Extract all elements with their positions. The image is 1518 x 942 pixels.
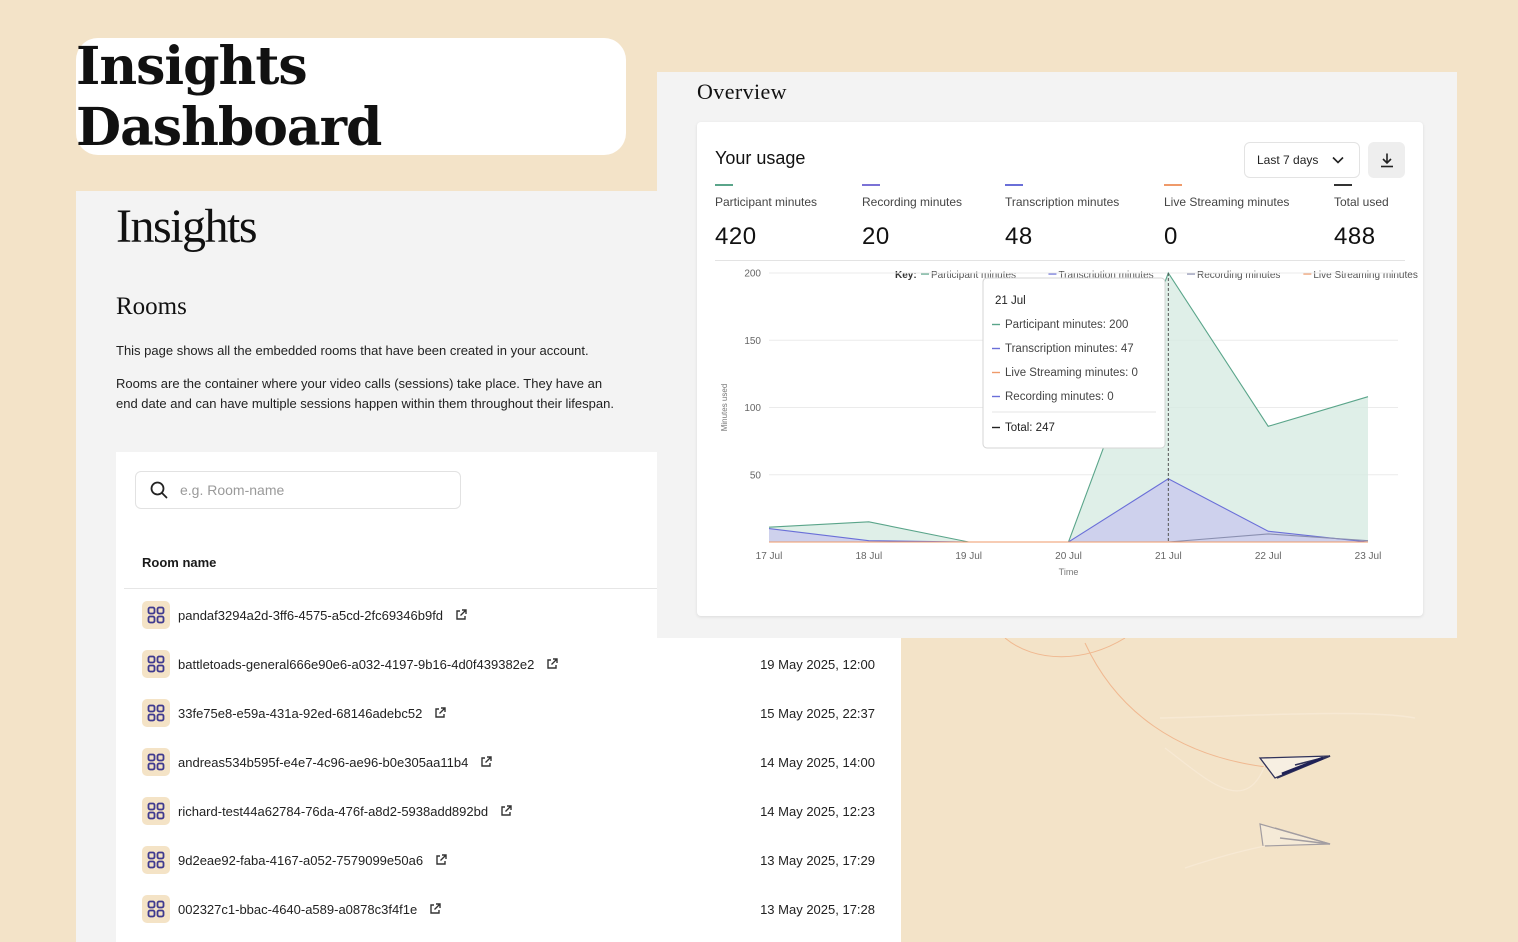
table-row[interactable]: andreas534b595f-e4e7-4c96-ae96-b0e305aa1… bbox=[142, 745, 875, 779]
stat-value: 488 bbox=[1334, 223, 1376, 250]
legend-label: Recording minutes bbox=[1197, 270, 1280, 281]
stat-color-bar bbox=[1164, 184, 1182, 186]
room-grid-icon bbox=[142, 601, 170, 629]
paper-plane-decoration bbox=[1004, 638, 1416, 869]
stat-label: Total used bbox=[1334, 195, 1389, 209]
stat-total-used: Total used 488 bbox=[1334, 184, 1389, 251]
usage-card: Your usage Last 7 days Participant minut… bbox=[697, 122, 1423, 616]
legend-label: Live Streaming minutes bbox=[1313, 270, 1418, 281]
room-name-link[interactable]: pandaf3294a2d-3ff6-4575-a5cd-2fc69346b9f… bbox=[178, 608, 443, 623]
room-name-link[interactable]: 33fe75e8-e59a-431a-92ed-68146adebc52 bbox=[178, 706, 422, 721]
stat-color-bar bbox=[1334, 184, 1352, 186]
external-link-icon[interactable] bbox=[434, 707, 447, 719]
paper-plane-icon bbox=[1259, 823, 1331, 847]
rooms-description-1: This page shows all the embedded rooms t… bbox=[116, 343, 589, 358]
external-link-icon[interactable] bbox=[480, 756, 493, 768]
room-created-date: 13 May 2025, 17:28 bbox=[760, 901, 875, 917]
y-tick-label: 100 bbox=[744, 403, 761, 414]
tooltip-line: Live Streaming minutes: 0 bbox=[1005, 367, 1138, 379]
room-name-link[interactable]: 9d2eae92-faba-4167-a052-7579099e50a6 bbox=[178, 853, 423, 868]
x-tick-label: 23 Jul bbox=[1355, 551, 1382, 562]
x-axis-title: Time bbox=[1059, 567, 1079, 577]
external-link-icon[interactable] bbox=[546, 658, 559, 670]
stat-live-streaming-minutes: Live Streaming minutes 0 bbox=[1164, 184, 1289, 251]
room-created-date: 15 May 2025, 22:37 bbox=[760, 705, 875, 721]
stat-value: 48 bbox=[1005, 223, 1033, 250]
room-grid-icon bbox=[142, 846, 170, 874]
date-range-value: Last 7 days bbox=[1257, 153, 1319, 167]
room-grid-icon bbox=[142, 650, 170, 678]
table-row[interactable]: battletoads-general666e90e6-a032-4197-9b… bbox=[142, 647, 875, 681]
room-grid-icon bbox=[142, 895, 170, 923]
external-link-icon[interactable] bbox=[429, 903, 441, 915]
room-grid-icon bbox=[142, 748, 170, 776]
tooltip-total: Total: 247 bbox=[1005, 422, 1055, 434]
stat-value: 20 bbox=[862, 223, 890, 250]
room-created-date: 13 May 2025, 17:29 bbox=[760, 852, 875, 868]
room-created-date: 19 May 2025, 12:00 bbox=[760, 656, 875, 672]
y-tick-label: 50 bbox=[750, 470, 762, 481]
date-range-select[interactable]: Last 7 days bbox=[1244, 142, 1360, 178]
x-tick-label: 22 Jul bbox=[1255, 551, 1282, 562]
x-tick-label: 21 Jul bbox=[1155, 551, 1182, 562]
chart-key-label: Key: bbox=[895, 270, 917, 281]
search-box[interactable] bbox=[135, 471, 461, 509]
stat-color-bar bbox=[715, 184, 733, 186]
external-link-icon[interactable] bbox=[500, 805, 512, 817]
room-created-date: 14 May 2025, 14:00 bbox=[760, 754, 875, 770]
stat-label: Participant minutes bbox=[715, 195, 818, 209]
room-grid-icon bbox=[142, 797, 170, 825]
room-created-date: 14 May 2025, 12:23 bbox=[760, 803, 875, 819]
stat-color-bar bbox=[862, 184, 880, 186]
external-link-icon[interactable] bbox=[435, 854, 447, 866]
room-grid-icon bbox=[142, 699, 170, 727]
x-tick-label: 17 Jul bbox=[756, 551, 783, 562]
stats-divider bbox=[715, 260, 1405, 261]
rooms-description-2: Rooms are the container where your video… bbox=[116, 376, 614, 411]
y-axis-title: Minutes used bbox=[720, 384, 729, 432]
room-name-link[interactable]: battletoads-general666e90e6-a032-4197-9b… bbox=[178, 657, 534, 672]
room-name-link[interactable]: 002327c1-bbac-4640-a589-a0878c3f4f1e bbox=[178, 902, 417, 917]
y-tick-label: 150 bbox=[744, 336, 761, 347]
stat-value: 420 bbox=[715, 223, 757, 250]
stat-participant-minutes: Participant minutes 420 bbox=[715, 184, 817, 251]
table-row[interactable]: 002327c1-bbac-4640-a589-a0878c3f4f1e 13 … bbox=[142, 892, 875, 926]
paper-plane-icon bbox=[1258, 755, 1331, 779]
insights-logo: Insights bbox=[116, 200, 258, 253]
table-row[interactable]: richard-test44a62784-76da-476f-a8d2-5938… bbox=[142, 794, 875, 828]
stat-label: Live Streaming minutes bbox=[1164, 195, 1290, 209]
external-link-icon[interactable] bbox=[455, 609, 467, 621]
x-tick-label: 18 Jul bbox=[855, 551, 882, 562]
download-button[interactable] bbox=[1368, 142, 1405, 178]
column-header-room-name[interactable]: Room name bbox=[142, 555, 216, 570]
table-row[interactable]: 33fe75e8-e59a-431a-92ed-68146adebc52 15 … bbox=[142, 696, 875, 730]
usage-chart: Key: Participant minutes Transcription min… bbox=[720, 269, 1418, 578]
stat-value: 0 bbox=[1164, 223, 1178, 250]
tooltip-date: 21 Jul bbox=[995, 295, 1026, 307]
x-tick-label: 20 Jul bbox=[1055, 551, 1082, 562]
stat-color-bar bbox=[1005, 184, 1023, 186]
search-input[interactable] bbox=[178, 481, 442, 499]
stat-transcription-minutes: Transcription minutes 48 bbox=[1005, 184, 1119, 251]
stat-recording-minutes: Recording minutes 20 bbox=[862, 184, 962, 251]
search-icon bbox=[150, 481, 168, 499]
stat-label: Recording minutes bbox=[862, 195, 963, 209]
tooltip-line: Recording minutes: 0 bbox=[1005, 391, 1114, 403]
room-name-link[interactable]: richard-test44a62784-76da-476f-a8d2-5938… bbox=[178, 804, 488, 819]
x-tick-label: 19 Jul bbox=[955, 551, 982, 562]
overview-title: Overview bbox=[697, 79, 787, 104]
tooltip-line: Transcription minutes: 47 bbox=[1005, 343, 1134, 355]
download-icon bbox=[1380, 153, 1393, 168]
table-row[interactable]: 9d2eae92-faba-4167-a052-7579099e50a6 13 … bbox=[142, 843, 875, 877]
overview-panel: Overview Your usage Last 7 days Particip… bbox=[657, 72, 1457, 638]
stat-label: Transcription minutes bbox=[1005, 195, 1120, 209]
banner-title: Insights Dashboard bbox=[76, 35, 382, 158]
usage-title: Your usage bbox=[715, 148, 806, 168]
room-name-link[interactable]: andreas534b595f-e4e7-4c96-ae96-b0e305aa1… bbox=[178, 755, 468, 770]
chevron-down-icon bbox=[1332, 156, 1344, 164]
banner-card: Insights Dashboard bbox=[76, 35, 626, 158]
y-tick-label: 200 bbox=[744, 269, 761, 280]
page-title: Rooms bbox=[116, 293, 187, 320]
tooltip-line: Participant minutes: 200 bbox=[1005, 319, 1128, 331]
